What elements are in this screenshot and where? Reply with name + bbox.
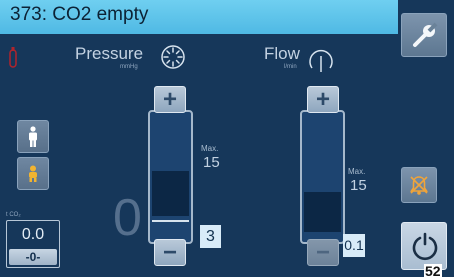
- alarm-muted-icon: [410, 176, 428, 195]
- adult-mode-button[interactable]: [17, 120, 49, 153]
- flow-gauge: [300, 110, 345, 244]
- power-icon: [412, 232, 438, 261]
- flow-max-zone: [304, 192, 341, 232]
- insufflator-screen: 373: CO2 empty Pressure mmHg + − Max. 15…: [0, 0, 454, 277]
- pressure-max-zone: [152, 171, 189, 216]
- pressure-gauge: [148, 110, 193, 244]
- flow-dial-icon: [309, 49, 333, 72]
- pressure-increase-button[interactable]: +: [154, 86, 186, 113]
- flow-unit: l/min: [284, 64, 297, 70]
- tco2-value: 0.0: [21, 226, 45, 243]
- pressure-max-label: Max.: [201, 144, 219, 153]
- alarm-message: 373: CO2 empty: [10, 4, 149, 25]
- page-number: 52: [424, 263, 442, 279]
- tco2-label: t CO₂: [6, 212, 21, 218]
- flow-max-label: Max.: [348, 167, 366, 176]
- adult-patient-icon: [29, 126, 37, 147]
- alarm-mute-button[interactable]: [401, 167, 437, 203]
- flow-label: Flow: [264, 44, 300, 63]
- flow-decrease-button[interactable]: −: [307, 239, 339, 266]
- co2-cylinder-icon: [9, 47, 17, 68]
- flow-setpoint[interactable]: 0.1: [343, 234, 365, 257]
- pressure-setpoint[interactable]: 3: [200, 225, 221, 248]
- actual-pressure-value: 0: [113, 189, 142, 247]
- wrench-icon: [413, 22, 438, 47]
- settings-button[interactable]: [401, 13, 447, 57]
- flow-increase-button[interactable]: +: [307, 86, 339, 113]
- pressure-label: Pressure: [75, 44, 144, 63]
- pressure-setpoint-marker: [152, 220, 189, 222]
- flow-max-value: 15: [350, 177, 367, 194]
- child-patient-icon: [29, 165, 37, 182]
- tco2-reset-button[interactable]: -0-: [9, 249, 57, 265]
- pressure-decrease-button[interactable]: −: [154, 239, 186, 266]
- child-mode-button[interactable]: [17, 157, 49, 190]
- pressure-max-value: 15: [203, 154, 220, 171]
- pressure-unit: mmHg: [120, 64, 138, 70]
- pressure-dial-icon: [161, 45, 185, 69]
- title-bar: 373: CO2 empty: [0, 0, 398, 34]
